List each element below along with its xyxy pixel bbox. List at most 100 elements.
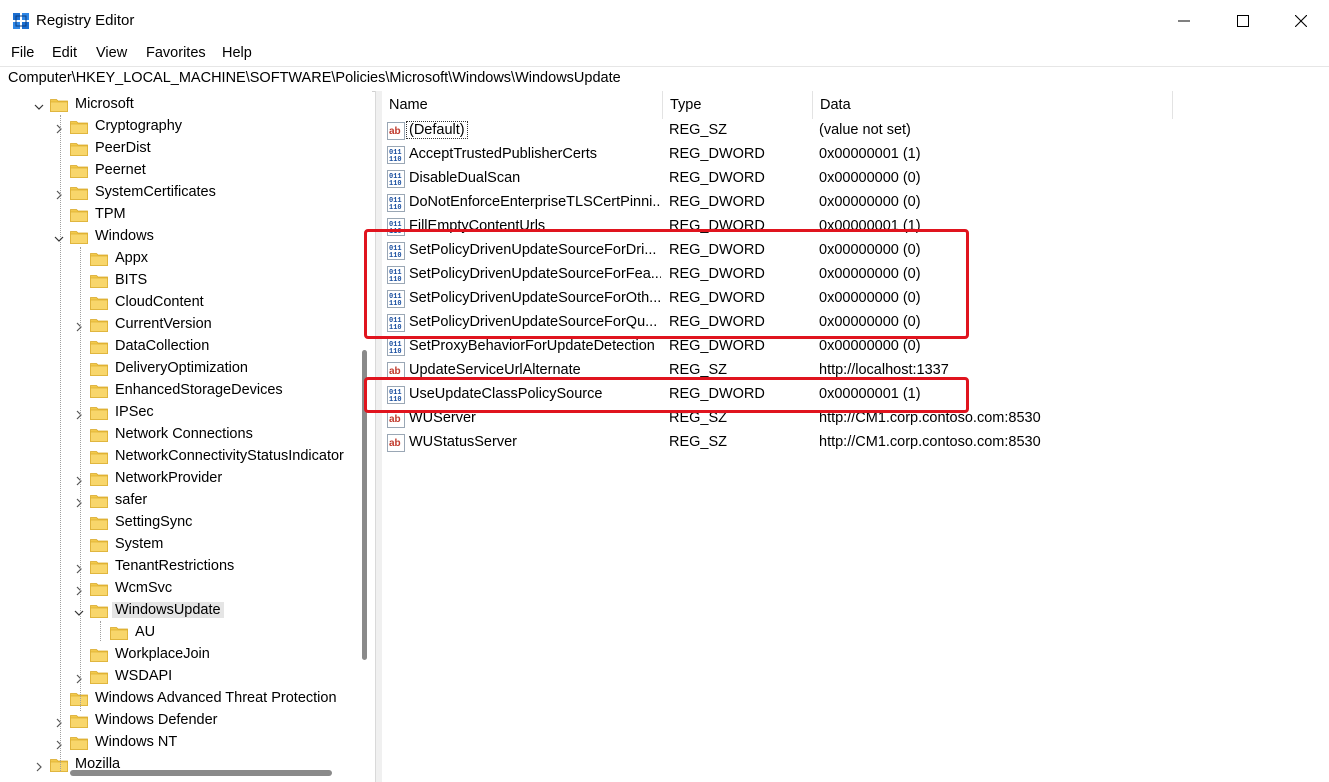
- value-name: DisableDualScan: [409, 170, 521, 186]
- tree-item[interactable]: NetworkConnectivityStatusIndicator: [90, 445, 347, 467]
- minimize-icon: [1178, 20, 1190, 22]
- tree-item[interactable]: WcmSvc: [90, 577, 175, 599]
- maximize-button[interactable]: [1214, 0, 1272, 42]
- value-row[interactable]: ab (Default) REG_SZ (value not set): [382, 119, 1322, 143]
- expand-chevron-icon[interactable]: [74, 583, 84, 596]
- value-row[interactable]: 011 110 DisableDualScan REG_DWORD 0x00000000…: [382, 167, 1322, 191]
- expand-chevron-icon[interactable]: [34, 759, 44, 772]
- tree-item[interactable]: AU: [110, 621, 158, 643]
- folder-icon: [50, 98, 68, 112]
- highlight-box-update-class-policy: [364, 377, 969, 413]
- expand-chevron-icon[interactable]: [74, 473, 84, 486]
- folder-icon: [90, 604, 108, 618]
- tree-item-label: WorkplaceJoin: [115, 646, 210, 662]
- tree-item-label: TenantRestrictions: [115, 558, 235, 574]
- expand-chevron-icon[interactable]: [54, 187, 64, 200]
- close-button[interactable]: [1272, 0, 1329, 42]
- expand-chevron-icon[interactable]: [74, 319, 84, 332]
- tree-item-label: NetworkConnectivityStatusIndicator: [115, 448, 344, 464]
- expand-chevron-icon[interactable]: [54, 715, 64, 728]
- expand-chevron-icon[interactable]: [54, 737, 64, 750]
- tree-item[interactable]: Appx: [90, 247, 151, 269]
- svg-text:ab: ab: [389, 366, 401, 377]
- tree-item-label: safer: [115, 492, 148, 508]
- tree-item[interactable]: Windows Advanced Threat Protection: [70, 687, 340, 709]
- tree-item-label: WindowsUpdate: [112, 602, 224, 618]
- tree-item-label: TPM: [95, 206, 126, 222]
- column-header-type[interactable]: Type: [663, 91, 813, 119]
- column-header-data-label: Data: [820, 97, 851, 113]
- tree-item[interactable]: Network Connections: [90, 423, 256, 445]
- value-row[interactable]: 011 110 AcceptTrustedPublisherCerts REG_DWO…: [382, 143, 1322, 167]
- folder-icon: [90, 494, 108, 508]
- value-type: REG_SZ: [669, 122, 728, 138]
- column-header-name-label: Name: [389, 97, 428, 113]
- address-bar[interactable]: Computer\HKEY_LOCAL_MACHINE\SOFTWARE\Pol…: [0, 66, 1329, 92]
- collapse-chevron-icon[interactable]: [54, 231, 64, 242]
- tree-item[interactable]: Windows: [70, 225, 157, 247]
- maximize-icon: [1237, 15, 1249, 27]
- tree-item[interactable]: DataCollection: [90, 335, 212, 357]
- tree-item[interactable]: safer: [90, 489, 150, 511]
- tree-item[interactable]: TenantRestrictions: [90, 555, 237, 577]
- menu-favorites[interactable]: Favorites: [146, 45, 206, 61]
- collapse-chevron-icon[interactable]: [74, 605, 84, 616]
- tree-item[interactable]: DeliveryOptimization: [90, 357, 251, 379]
- tree-item[interactable]: WSDAPI: [90, 665, 175, 687]
- tree-guide-line: [80, 247, 81, 711]
- tree-item[interactable]: PeerDist: [70, 137, 154, 159]
- tree-item[interactable]: CloudContent: [90, 291, 207, 313]
- tree-item[interactable]: IPSec: [90, 401, 157, 423]
- expand-chevron-icon[interactable]: [74, 495, 84, 508]
- menu-help[interactable]: Help: [222, 45, 252, 61]
- collapse-chevron-icon[interactable]: [34, 99, 44, 110]
- tree-item-label: Cryptography: [95, 118, 183, 134]
- folder-icon: [90, 560, 108, 574]
- tree-item-label: Windows Advanced Threat Protection: [95, 690, 337, 706]
- value-row[interactable]: 011 110 DoNotEnforceEnterpriseTLSCertPinni…: [382, 191, 1322, 215]
- tree-item[interactable]: NetworkProvider: [90, 467, 225, 489]
- tree-item[interactable]: System: [90, 533, 166, 555]
- folder-icon: [90, 538, 108, 552]
- tree-item-label: Microsoft: [75, 96, 134, 112]
- expand-chevron-icon[interactable]: [74, 671, 84, 684]
- tree-item[interactable]: CurrentVersion: [90, 313, 215, 335]
- expand-chevron-icon[interactable]: [74, 561, 84, 574]
- folder-icon: [70, 164, 88, 178]
- key-tree[interactable]: Microsoft Cryptography PeerDist Peernet Syst…: [0, 91, 372, 782]
- menu-edit[interactable]: Edit: [52, 45, 77, 61]
- value-type: REG_DWORD: [669, 146, 765, 162]
- folder-icon: [90, 670, 108, 684]
- tree-horizontal-scroll-thumb[interactable]: [70, 770, 332, 776]
- minimize-button[interactable]: [1155, 0, 1213, 42]
- column-header-data[interactable]: Data: [813, 91, 1173, 119]
- tree-item[interactable]: Peernet: [70, 159, 149, 181]
- tree-item-label: CloudContent: [115, 294, 204, 310]
- expand-chevron-icon[interactable]: [74, 407, 84, 420]
- tree-item[interactable]: Microsoft: [50, 93, 137, 115]
- tree-item[interactable]: WindowsUpdate: [90, 599, 224, 621]
- tree-item[interactable]: Windows NT: [70, 731, 180, 753]
- tree-item-label: WcmSvc: [115, 580, 173, 596]
- tree-item-label: CurrentVersion: [115, 316, 212, 332]
- expand-chevron-icon[interactable]: [54, 121, 64, 134]
- tree-item[interactable]: Windows Defender: [70, 709, 221, 731]
- tree-item[interactable]: TPM: [70, 203, 129, 225]
- menu-file[interactable]: File: [11, 45, 34, 61]
- tree-item[interactable]: SystemCertificates: [70, 181, 219, 203]
- tree-item[interactable]: SettingSync: [90, 511, 195, 533]
- values-list[interactable]: Name Type Data ab (Default) REG_SZ (value n…: [382, 91, 1329, 782]
- tree-item-label: WSDAPI: [115, 668, 173, 684]
- tree-item[interactable]: Cryptography: [70, 115, 185, 137]
- menu-view[interactable]: View: [96, 45, 127, 61]
- value-row[interactable]: ab WUStatusServer REG_SZ http://CM1.corp.co…: [382, 431, 1322, 455]
- value-data: 0x00000000 (0): [819, 170, 921, 186]
- folder-icon: [90, 296, 108, 310]
- tree-item-label: PeerDist: [95, 140, 151, 156]
- column-header-name[interactable]: Name: [382, 91, 663, 119]
- tree-item[interactable]: EnhancedStorageDevices: [90, 379, 286, 401]
- folder-icon: [90, 362, 108, 376]
- folder-icon: [90, 340, 108, 354]
- tree-item[interactable]: WorkplaceJoin: [90, 643, 213, 665]
- tree-item[interactable]: BITS: [90, 269, 150, 291]
